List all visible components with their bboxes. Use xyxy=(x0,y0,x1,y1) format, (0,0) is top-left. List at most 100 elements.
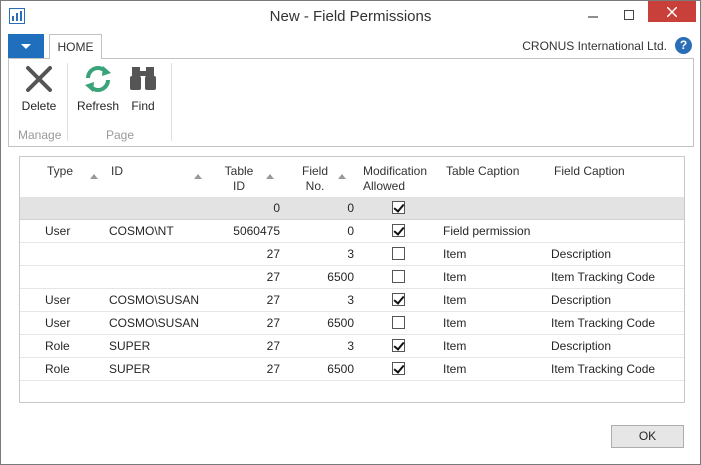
cell-field-no[interactable]: 3 xyxy=(304,339,354,353)
cell-field-caption[interactable]: Item Tracking Code xyxy=(551,316,655,330)
column-header-field-no-line2: No. xyxy=(305,179,325,193)
cell-table-id[interactable]: 5060475 xyxy=(210,224,280,238)
table-row[interactable]: User COSMO\SUSAN 27 3 Item Description xyxy=(20,289,684,312)
column-header-field-no[interactable]: Field No. xyxy=(300,164,330,194)
column-header-table-id-line1: Table xyxy=(224,164,254,178)
column-header-field-caption[interactable]: Field Caption xyxy=(554,164,625,179)
table-row[interactable]: Role SUPER 27 6500 Item Item Tracking Code xyxy=(20,358,684,381)
refresh-button[interactable]: Refresh xyxy=(75,63,121,113)
column-header-table-id-line2: ID xyxy=(233,179,245,193)
table-row[interactable]: 27 3 Item Description xyxy=(20,243,684,266)
close-icon xyxy=(667,6,677,17)
dialog-window: New - Field Permissions HOME CRONUS Inte… xyxy=(0,0,701,465)
cell-type[interactable]: User xyxy=(45,293,70,307)
title-bar: New - Field Permissions xyxy=(1,1,700,32)
column-header-field-no-line1: Field xyxy=(301,164,328,178)
table-row[interactable]: 27 6500 Item Item Tracking Code xyxy=(20,266,684,289)
delete-button[interactable]: Delete xyxy=(16,63,62,113)
column-header-table-id[interactable]: Table ID xyxy=(223,164,255,194)
chevron-down-icon xyxy=(21,43,31,49)
ok-button[interactable]: OK xyxy=(611,425,684,448)
cell-field-no[interactable]: 6500 xyxy=(304,316,354,330)
sort-icon xyxy=(194,174,202,179)
table-row[interactable]: User COSMO\NT 5060475 0 Field permission xyxy=(20,220,684,243)
column-header-type[interactable]: Type xyxy=(47,164,73,179)
cell-field-caption[interactable]: Description xyxy=(551,247,611,261)
group-divider xyxy=(67,63,68,141)
cell-field-caption[interactable]: Item Tracking Code xyxy=(551,270,655,284)
maximize-icon xyxy=(624,9,634,20)
cell-field-no[interactable]: 3 xyxy=(304,293,354,307)
modification-allowed-checkbox[interactable] xyxy=(392,339,405,352)
cell-field-caption[interactable]: Description xyxy=(551,339,611,353)
cell-table-caption[interactable]: Item xyxy=(443,339,466,353)
modification-allowed-checkbox[interactable] xyxy=(392,247,405,260)
modification-allowed-checkbox[interactable] xyxy=(392,316,405,329)
cell-table-caption[interactable]: Item xyxy=(443,247,466,261)
cell-field-no[interactable]: 3 xyxy=(304,247,354,261)
cell-table-caption[interactable]: Item xyxy=(443,316,466,330)
company-name[interactable]: CRONUS International Ltd. xyxy=(522,39,667,53)
binoculars-icon xyxy=(130,67,156,90)
cell-field-caption[interactable]: Description xyxy=(551,293,611,307)
group-label-manage: Manage xyxy=(18,128,62,142)
tab-home[interactable]: HOME xyxy=(49,34,102,59)
minimize-button[interactable] xyxy=(576,1,610,28)
cell-table-id[interactable]: 27 xyxy=(210,362,280,376)
sort-icon xyxy=(266,174,274,179)
cell-table-caption[interactable]: Field permission xyxy=(443,224,530,238)
column-header-id[interactable]: ID xyxy=(111,164,123,179)
table-row[interactable]: Role SUPER 27 3 Item Description xyxy=(20,335,684,358)
ribbon: Delete Manage Refresh Find Page xyxy=(8,58,694,147)
modification-allowed-checkbox[interactable] xyxy=(392,293,405,306)
cell-table-id[interactable]: 27 xyxy=(210,316,280,330)
sort-icon xyxy=(338,174,346,179)
cell-table-id[interactable]: 27 xyxy=(210,247,280,261)
column-header-modification-allowed[interactable]: Modification Allowed xyxy=(363,164,427,194)
cell-field-no[interactable]: 0 xyxy=(304,201,354,215)
ribbon-tab-row: HOME CRONUS International Ltd. ? xyxy=(8,34,694,59)
sort-icon xyxy=(90,174,98,179)
find-label: Find xyxy=(131,99,155,113)
cell-type[interactable]: User xyxy=(45,316,70,330)
cell-type[interactable]: Role xyxy=(45,362,70,376)
grid-header: Type ID Table ID Field No. Modification … xyxy=(20,157,684,197)
cell-table-id[interactable]: 27 xyxy=(210,293,280,307)
cell-table-caption[interactable]: Item xyxy=(443,293,466,307)
modification-allowed-checkbox[interactable] xyxy=(392,201,405,214)
cell-table-caption[interactable]: Item xyxy=(443,270,466,284)
delete-x-icon xyxy=(26,66,52,92)
cell-field-no[interactable]: 6500 xyxy=(304,270,354,284)
cell-field-caption[interactable]: Item Tracking Code xyxy=(551,362,655,376)
maximize-button[interactable] xyxy=(612,1,646,28)
help-icon[interactable]: ? xyxy=(675,37,692,54)
find-button[interactable]: Find xyxy=(123,63,163,113)
cell-table-caption[interactable]: Item xyxy=(443,362,466,376)
refresh-label: Refresh xyxy=(76,99,120,113)
cell-id[interactable]: COSMO\NT xyxy=(109,224,174,238)
cell-id[interactable]: SUPER xyxy=(109,339,150,353)
group-label-page: Page xyxy=(106,128,135,142)
cell-table-id[interactable]: 0 xyxy=(210,201,280,215)
cell-id[interactable]: COSMO\SUSAN xyxy=(109,316,199,330)
cell-table-id[interactable]: 27 xyxy=(210,339,280,353)
minimize-icon xyxy=(588,15,598,18)
cell-id[interactable]: COSMO\SUSAN xyxy=(109,293,199,307)
cell-type[interactable]: User xyxy=(45,224,70,238)
delete-label: Delete xyxy=(21,99,57,113)
cell-field-no[interactable]: 0 xyxy=(304,224,354,238)
cell-type[interactable]: Role xyxy=(45,339,70,353)
table-row[interactable]: 00 xyxy=(20,197,684,220)
close-button[interactable] xyxy=(648,1,696,22)
app-menu-button[interactable] xyxy=(8,34,44,58)
column-header-table-caption[interactable]: Table Caption xyxy=(446,164,519,179)
table-row[interactable]: User COSMO\SUSAN 27 6500 Item Item Tracking C… xyxy=(20,312,684,335)
cell-id[interactable]: SUPER xyxy=(109,362,150,376)
modification-allowed-checkbox[interactable] xyxy=(392,362,405,375)
cell-table-id[interactable]: 27 xyxy=(210,270,280,284)
refresh-icon xyxy=(85,66,111,92)
group-divider xyxy=(171,63,172,141)
modification-allowed-checkbox[interactable] xyxy=(392,224,405,237)
cell-field-no[interactable]: 6500 xyxy=(304,362,354,376)
modification-allowed-checkbox[interactable] xyxy=(392,270,405,283)
